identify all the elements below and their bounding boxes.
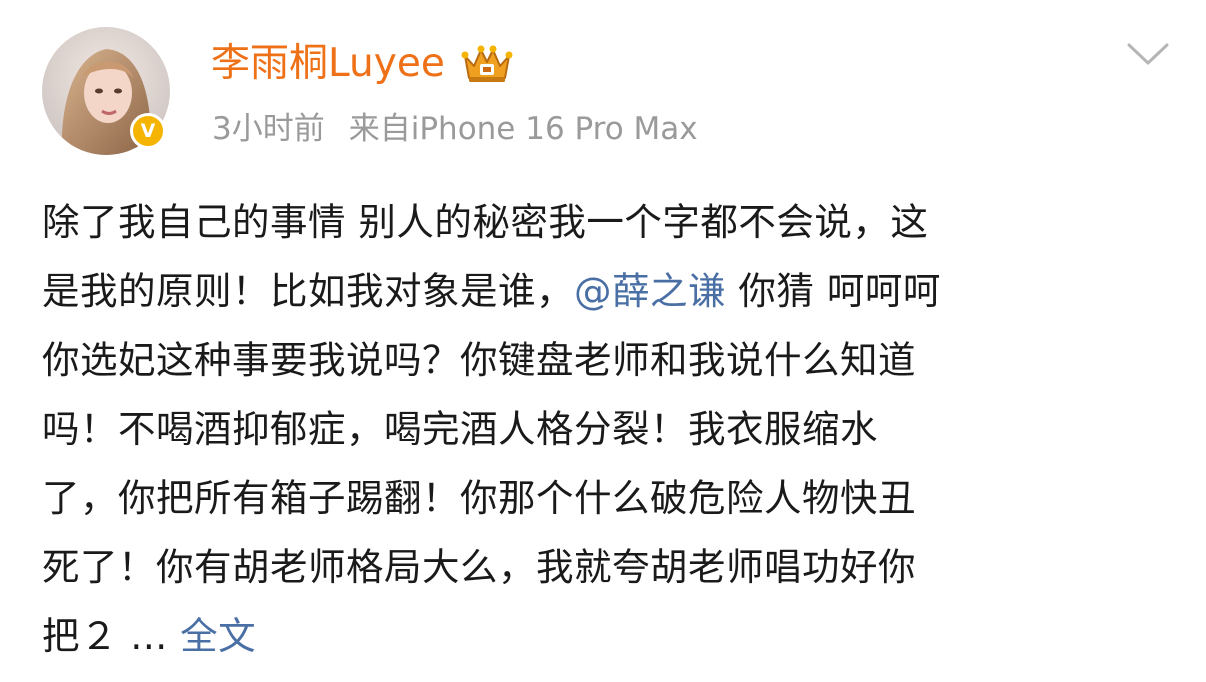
post-line: 了，你把所有箱子踢翻！你那个什么破危险人物快丑 bbox=[42, 476, 916, 520]
post-time: 3小时前 bbox=[212, 110, 325, 147]
post-body: 除了我自己的事情 别人的秘密我一个字都不会说，这 是我的原则！比如我对象是谁，@… bbox=[42, 188, 1170, 671]
post-line: 吗！不喝酒抑郁症，喝完酒人格分裂！我衣服缩水 bbox=[42, 407, 878, 451]
author-row: 李雨桐Luyee bbox=[211, 38, 515, 90]
post-text: 你猜 呵呵呵 bbox=[726, 269, 941, 313]
post-line: 是我的原则！比如我对象是谁，@薛之谦 你猜 呵呵呵 bbox=[42, 257, 1170, 326]
post-line: 死了！你有胡老师格局大么，我就夸胡老师唱功好你 bbox=[42, 545, 916, 589]
crown-icon[interactable] bbox=[459, 42, 515, 86]
post-line: 你选妃这种事要我说吗？你键盘老师和我说什么知道 bbox=[42, 338, 916, 382]
author-name[interactable]: 李雨桐Luyee bbox=[211, 38, 445, 90]
post-line: 除了我自己的事情 别人的秘密我一个字都不会说，这 bbox=[42, 200, 929, 244]
verified-badge-label: V bbox=[140, 120, 156, 142]
more-options-button[interactable] bbox=[1124, 36, 1172, 72]
post-meta: 3小时前 来自iPhone 16 Pro Max bbox=[212, 103, 698, 147]
post-source: 来自iPhone 16 Pro Max bbox=[348, 110, 698, 147]
expand-full-text-link[interactable]: 全文 bbox=[180, 614, 256, 658]
post-text: 把２ ... bbox=[42, 614, 181, 658]
chevron-down-icon bbox=[1127, 43, 1169, 65]
verified-badge: V bbox=[130, 113, 166, 149]
post-text: 是我的原则！比如我对象是谁， bbox=[42, 269, 574, 313]
weibo-post: V 李雨桐Luyee 3小时前 来自iPhone 16 Pro Max 除了我自… bbox=[0, 0, 1206, 682]
mention-link[interactable]: @薛之谦 bbox=[574, 269, 726, 313]
post-line: 把２ ... 全文 bbox=[42, 602, 1170, 671]
